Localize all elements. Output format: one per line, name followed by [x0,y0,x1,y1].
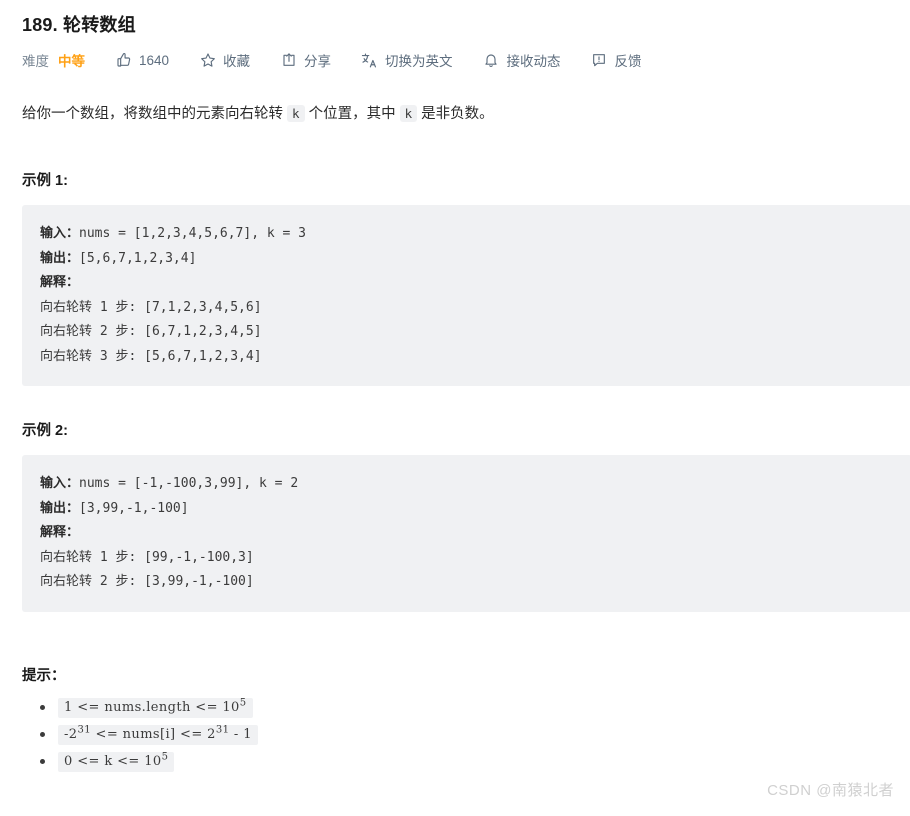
problem-page: 189. 轮转数组 难度 中等 1640 收藏 分享 切换为英文 接收动态 反馈… [0,0,910,772]
subscribe-label: 接收动态 [506,54,561,69]
list-item: 1 <= nums.length <= 105 [40,697,890,718]
like-button[interactable]: 1640 [115,52,169,69]
example-2-output-line: 输出：[3,99,-1,-100] [40,497,910,522]
difficulty-indicator: 难度 中等 [22,50,85,70]
example-1-input-line: 输入：nums = [1,2,3,4,5,6,7], k = 3 [40,222,910,247]
example-1-step: 向右轮转 1 步: [7,1,2,3,4,5,6] [40,299,262,315]
share-label: 分享 [304,54,332,69]
example-2-explain-label: 解释： [40,525,80,540]
hint-constraint-3: 0 <= k <= 105 [58,751,175,772]
description-text-2: 个位置，其中 [304,106,400,122]
feedback-icon [591,52,608,69]
difficulty-badge: 中等 [58,54,85,69]
example-2-code-block: 输入：nums = [-1,-100,3,99], k = 2 输出：[3,99,… [22,455,910,612]
inline-code-k-2: k [399,105,418,122]
list-item: 0 <= k <= 105 [40,751,890,772]
example-2-step: 向右轮转 2 步: [3,99,-1,-100] [40,574,254,589]
bell-icon [483,52,500,69]
hints-heading: 提示： [22,667,66,684]
hint-superscript: 31 [77,724,91,736]
thumbs-up-icon [115,52,132,69]
hint-text: <= nums[i] <= 2 [91,726,216,742]
hint-superscript: 31 [215,724,230,736]
feedback-button[interactable]: 反馈 [591,50,642,70]
share-button[interactable]: 分享 [280,50,331,70]
example-1-code-block: 输入：nums = [1,2,3,4,5,6,7], k = 3 输出：[5,6,… [22,205,910,386]
example-2-step: 向右轮转 1 步: [99,-1,-100,3] [40,549,254,565]
hint-text: - 1 [229,726,252,742]
hints-list: 1 <= nums.length <= 105 -231 <= nums[i] … [22,697,890,772]
example-1-output-line: 输出：[5,6,7,1,2,3,4] [40,247,910,272]
star-icon [199,52,216,69]
translate-label: 切换为英文 [385,54,453,69]
hint-constraint-2: -231 <= nums[i] <= 231 - 1 [58,724,258,745]
description-text-3: 是非负数。 [417,106,494,122]
example-1-output-value: [5,6,7,1,2,3,4] [79,250,197,266]
example-2-input-label: 输入： [40,476,80,491]
watermark: CSDN @南猿北者 [767,782,894,799]
problem-description: 给你一个数组，将数组中的元素向右轮转 k 个位置，其中 k 是非负数。 [22,101,890,127]
example-1-explain-line: 解释： [40,271,910,296]
difficulty-label: 难度 [22,54,49,69]
hint-text: -2 [64,726,78,742]
like-count: 1640 [139,52,170,68]
share-icon [280,52,297,69]
hint-text: 0 <= k <= 10 [64,753,162,769]
hint-superscript: 5 [239,697,247,709]
example-2-heading: 示例 2: [22,423,68,439]
problem-meta-toolbar: 难度 中等 1640 收藏 分享 切换为英文 接收动态 反馈 [22,48,890,72]
hint-constraint-1: 1 <= nums.length <= 105 [58,697,253,718]
example-2-output-label: 输出： [40,500,80,516]
inline-code-k-1: k [287,105,305,122]
example-2-input-value: nums = [-1,-100,3,99], k = 2 [79,476,299,491]
favorite-button[interactable]: 收藏 [199,50,250,70]
example-2-output-value: [3,99,-1,-100] [79,500,189,516]
list-item: -231 <= nums[i] <= 231 - 1 [40,724,890,745]
example-1-explain-label: 解释： [40,275,80,290]
hint-text: 1 <= nums.length <= 10 [64,699,240,715]
page-title: 189. 轮转数组 [22,15,136,35]
translate-icon [361,52,378,69]
example-2-input-line: 输入：nums = [-1,-100,3,99], k = 2 [40,472,910,497]
description-text-1: 给你一个数组，将数组中的元素向右轮转 [22,106,288,122]
hint-superscript: 5 [161,751,169,763]
favorite-label: 收藏 [223,54,251,69]
example-2-explain-line: 解释： [40,521,910,546]
translate-button[interactable]: 切换为英文 [361,50,453,70]
example-1-input-label: 输入： [40,226,80,241]
subscribe-button[interactable]: 接收动态 [483,50,561,70]
example-1-step: 向右轮转 2 步: [6,7,1,2,3,4,5] [40,324,262,339]
example-1-input-value: nums = [1,2,3,4,5,6,7], k = 3 [79,226,306,241]
example-1-heading: 示例 1: [22,173,68,189]
example-1-step: 向右轮转 3 步: [5,6,7,1,2,3,4] [40,348,262,364]
example-1-output-label: 输出： [40,250,80,266]
feedback-label: 反馈 [614,54,642,69]
